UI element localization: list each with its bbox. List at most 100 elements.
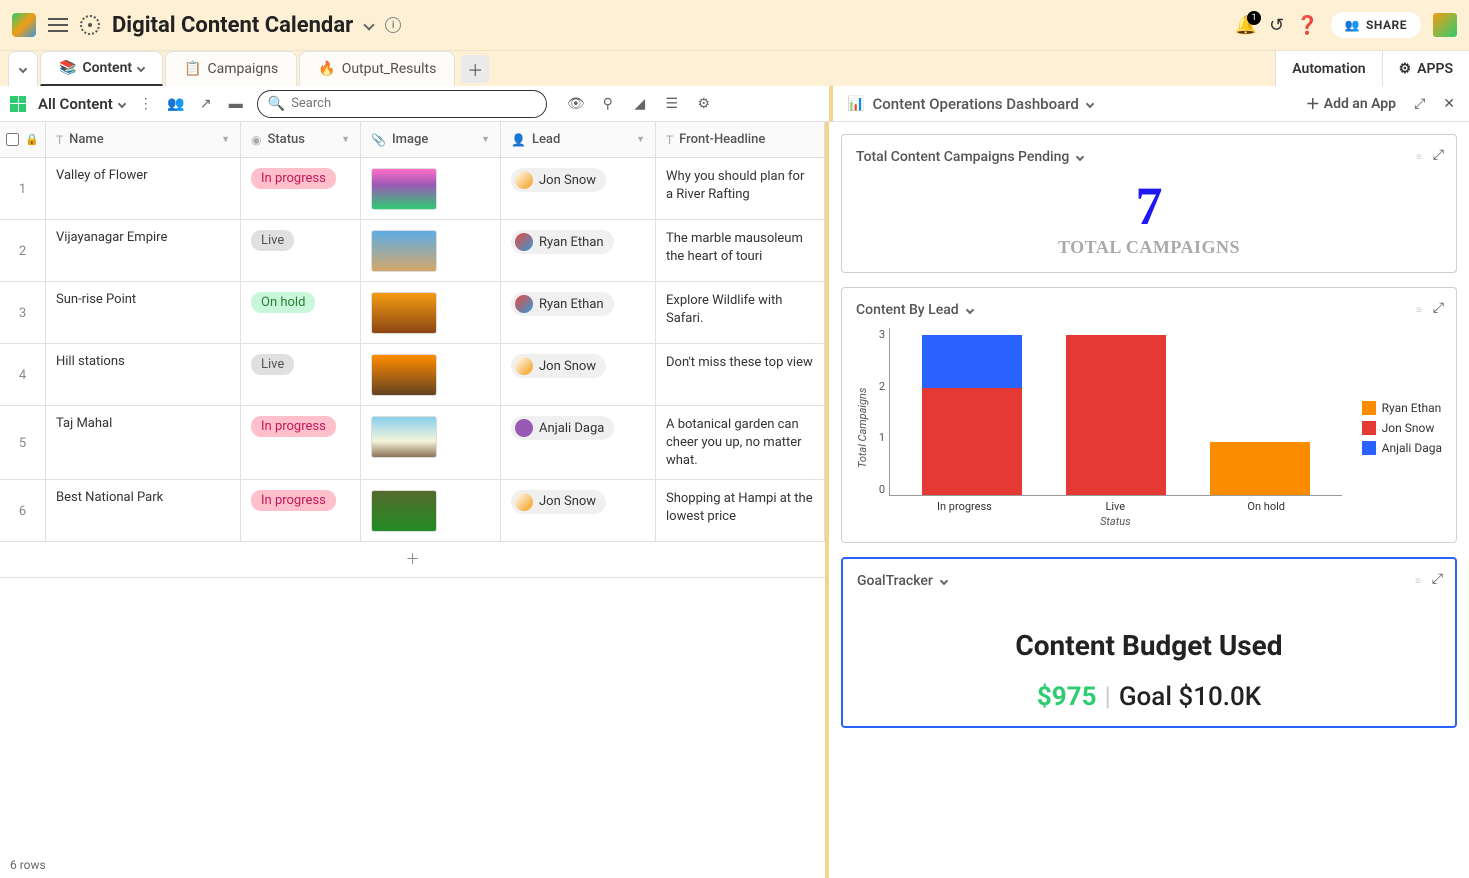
cell-image[interactable] <box>361 344 501 405</box>
tab-label: Content <box>82 60 132 76</box>
help-icon[interactable]: ❓ <box>1296 15 1318 36</box>
row-count-footer: 6 rows <box>0 852 56 878</box>
cell-image[interactable] <box>361 220 501 281</box>
top-header: Digital Content Calendar i 🔔1 ↺ ❓ 👥 SHAR… <box>0 0 1469 50</box>
view-name-dropdown[interactable]: All Content <box>38 95 125 113</box>
lead-chip: Jon Snow <box>511 354 606 378</box>
status-badge: Live <box>251 354 294 375</box>
add-row-button[interactable]: ＋ <box>0 542 825 578</box>
cell-image[interactable] <box>361 480 501 541</box>
cell-lead[interactable]: Ryan Ethan <box>501 282 656 343</box>
dashboard-card-goal[interactable]: GoalTracker ≡ ⤢ Content Budget Used $975… <box>841 557 1457 728</box>
target-icon[interactable] <box>80 15 100 35</box>
cell-lead[interactable]: Jon Snow <box>501 480 656 541</box>
cell-lead[interactable]: Jon Snow <box>501 158 656 219</box>
grid-view-icon[interactable] <box>10 96 26 112</box>
drag-handle-icon[interactable]: ≡ <box>1416 152 1422 163</box>
cell-headline[interactable]: Shopping at Hampi at the lowest price <box>656 480 825 541</box>
tab-output-results[interactable]: 🔥 Output_Results <box>299 51 455 86</box>
cell-lead[interactable]: Jon Snow <box>501 344 656 405</box>
chevron-down-icon[interactable] <box>1076 153 1084 161</box>
table-row[interactable]: 6 Best National Park In progress Jon Sno… <box>0 480 825 542</box>
adjust-icon[interactable]: ⚲ <box>599 95 617 113</box>
cell-headline[interactable]: A botanical garden can cheer you up, no … <box>656 406 825 479</box>
table-row[interactable]: 5 Taj Mahal In progress Anjali Daga A bo… <box>0 406 825 480</box>
lead-chip: Jon Snow <box>511 168 606 192</box>
settings-icon[interactable]: ⚙ <box>695 95 713 113</box>
column-header-image[interactable]: 📎Image▼ <box>361 122 501 157</box>
add-app-button[interactable]: ＋ Add an App <box>1306 94 1396 114</box>
cell-name[interactable]: Sun-rise Point <box>46 282 241 343</box>
card-view-icon[interactable]: ▬ <box>227 95 245 113</box>
add-tab-button[interactable]: ＋ <box>461 55 489 83</box>
column-header-headline[interactable]: TFront-Headline <box>656 122 825 157</box>
tabs-bar: 📚 Content 📋 Campaigns 🔥 Output_Results ＋… <box>0 50 1469 86</box>
dashboard-dropdown-icon[interactable] <box>1086 99 1094 107</box>
table-row[interactable]: 4 Hill stations Live Jon Snow Don't miss… <box>0 344 825 406</box>
chevron-down-icon[interactable] <box>137 64 145 72</box>
hide-fields-icon[interactable]: 👁 <box>567 95 585 113</box>
tab-content[interactable]: 📚 Content <box>40 51 163 86</box>
expand-card-icon[interactable]: ⤢ <box>1433 300 1444 316</box>
search-input[interactable] <box>291 96 536 111</box>
cell-image[interactable] <box>361 406 501 479</box>
cell-lead[interactable]: Ryan Ethan <box>501 220 656 281</box>
app-logo[interactable] <box>12 13 36 37</box>
cell-lead[interactable]: Anjali Daga <box>501 406 656 479</box>
more-options-icon[interactable]: ⋮ <box>137 95 155 113</box>
cell-headline[interactable]: The marble mausoleum the heart of touri <box>656 220 825 281</box>
expand-card-icon[interactable]: ⤢ <box>1433 147 1444 163</box>
column-header-lead[interactable]: 👤Lead▼ <box>501 122 656 157</box>
drag-handle-icon[interactable]: ≡ <box>1416 305 1422 316</box>
close-icon[interactable]: ✕ <box>1443 96 1455 112</box>
column-header-name[interactable]: TName▼ <box>46 122 241 157</box>
history-icon[interactable]: ↺ <box>1269 15 1284 36</box>
tabs-dropdown-icon[interactable] <box>8 51 38 86</box>
cell-name[interactable]: Vijayanagar Empire <box>46 220 241 281</box>
cell-image[interactable] <box>361 158 501 219</box>
chevron-down-icon[interactable] <box>940 577 948 585</box>
column-header-status[interactable]: ◉Status▼ <box>241 122 361 157</box>
cell-status[interactable]: In progress <box>241 480 361 541</box>
menu-icon[interactable] <box>48 14 68 36</box>
notifications-icon[interactable]: 🔔1 <box>1235 15 1257 36</box>
table-row[interactable]: 3 Sun-rise Point On hold Ryan Ethan Expl… <box>0 282 825 344</box>
select-all-checkbox[interactable] <box>6 133 19 146</box>
cell-name[interactable]: Best National Park <box>46 480 241 541</box>
cell-status[interactable]: Live <box>241 344 361 405</box>
automation-button[interactable]: Automation <box>1275 51 1381 86</box>
share-button[interactable]: 👥 SHARE <box>1331 12 1421 38</box>
cell-status[interactable]: In progress <box>241 406 361 479</box>
cell-name[interactable]: Hill stations <box>46 344 241 405</box>
cell-name[interactable]: Taj Mahal <box>46 406 241 479</box>
search-box[interactable]: 🔍 <box>257 90 547 118</box>
cell-headline[interactable]: Why you should plan for a River Rafting <box>656 158 825 219</box>
tab-campaigns[interactable]: 📋 Campaigns <box>165 51 297 86</box>
cell-headline[interactable]: Don't miss these top view <box>656 344 825 405</box>
cell-status[interactable]: In progress <box>241 158 361 219</box>
info-icon[interactable]: i <box>385 17 401 33</box>
cell-image[interactable] <box>361 282 501 343</box>
filter-icon[interactable]: ☰ <box>663 95 681 113</box>
cell-headline[interactable]: Explore Wildlife with Safari. <box>656 282 825 343</box>
dashboard-card-chart[interactable]: Content By Lead ≡ ⤢ Total Campaigns 0123… <box>841 287 1457 543</box>
apps-button[interactable]: ⚙ APPS <box>1382 51 1469 86</box>
brand-icon[interactable] <box>1433 13 1457 37</box>
x-axis-labels: In progressLiveOn hold <box>869 500 1342 513</box>
drag-handle-icon[interactable]: ≡ <box>1415 576 1421 587</box>
bar-segment <box>1066 335 1166 495</box>
expand-card-icon[interactable]: ⤢ <box>1432 571 1443 587</box>
people-icon[interactable]: 👥 <box>167 95 185 113</box>
dashboard-card-pending[interactable]: Total Content Campaigns Pending ≡ ⤢ 7 TO… <box>841 134 1457 273</box>
share-view-icon[interactable]: ↗ <box>197 95 215 113</box>
title-dropdown-icon[interactable] <box>363 19 374 30</box>
fill-color-icon[interactable]: ◢ <box>631 95 649 113</box>
cell-status[interactable]: Live <box>241 220 361 281</box>
expand-icon[interactable]: ⤢ <box>1414 96 1425 112</box>
cell-status[interactable]: On hold <box>241 282 361 343</box>
avatar <box>515 233 533 251</box>
chevron-down-icon[interactable] <box>965 306 973 314</box>
table-row[interactable]: 1 Valley of Flower In progress Jon Snow … <box>0 158 825 220</box>
table-row[interactable]: 2 Vijayanagar Empire Live Ryan Ethan The… <box>0 220 825 282</box>
cell-name[interactable]: Valley of Flower <box>46 158 241 219</box>
